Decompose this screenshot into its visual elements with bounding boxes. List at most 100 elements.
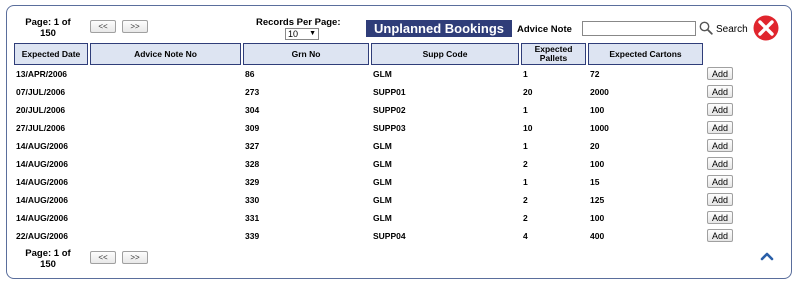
cell-grn: 327 bbox=[245, 141, 260, 151]
table-row: 14/AUG/2006 330 GLM 2 125 Add bbox=[14, 191, 747, 209]
table-header-row: Expected Date Advice Note No Grn No Supp… bbox=[14, 43, 747, 65]
prev-page-button[interactable]: << bbox=[90, 20, 116, 33]
cell-supp-code: SUPP04 bbox=[373, 231, 406, 241]
next-page-button[interactable]: >> bbox=[122, 251, 148, 264]
column-header-advice-note-no[interactable]: Advice Note No bbox=[90, 43, 241, 65]
cell-supp-code: GLM bbox=[373, 159, 392, 169]
cell-action: Add bbox=[705, 227, 747, 245]
cell-pallets: 1 bbox=[523, 69, 528, 79]
records-per-page-label: Records Per Page: bbox=[256, 17, 341, 28]
page-indicator: Page: 1 of bbox=[25, 248, 71, 259]
chevron-up-icon[interactable] bbox=[760, 251, 774, 261]
table-row: 14/AUG/2006 329 GLM 1 15 Add bbox=[14, 173, 747, 191]
header-spacer bbox=[705, 43, 747, 65]
add-button[interactable]: Add bbox=[707, 193, 733, 206]
cell-advice-note bbox=[90, 209, 241, 227]
next-page-button[interactable]: >> bbox=[122, 20, 148, 33]
cell-cartons: 1000 bbox=[590, 123, 609, 133]
add-button[interactable]: Add bbox=[707, 139, 733, 152]
cell-action: Add bbox=[705, 191, 747, 209]
cell-action: Add bbox=[705, 209, 747, 227]
cell-cartons: 125 bbox=[590, 195, 605, 205]
cell-cartons: 72 bbox=[590, 69, 600, 79]
cell-action: Add bbox=[705, 173, 747, 191]
bookings-table: Expected Date Advice Note No Grn No Supp… bbox=[12, 43, 749, 245]
cell-cartons: 20 bbox=[590, 141, 600, 151]
table-row: 20/JUL/2006 304 SUPP02 1 100 Add bbox=[14, 101, 747, 119]
page-total: 150 bbox=[40, 259, 56, 270]
add-button[interactable]: Add bbox=[707, 229, 733, 242]
cell-grn: 86 bbox=[245, 69, 255, 79]
cell-grn: 309 bbox=[245, 123, 260, 133]
search-button[interactable]: Search bbox=[716, 24, 748, 35]
add-button[interactable]: Add bbox=[707, 157, 733, 170]
cell-pallets: 1 bbox=[523, 105, 528, 115]
column-header-grn-no[interactable]: Grn No bbox=[243, 43, 369, 65]
cell-action: Add bbox=[705, 137, 747, 155]
column-header-expected-date[interactable]: Expected Date bbox=[14, 43, 88, 65]
pager-bottom-text: Page: 1 of 150 bbox=[20, 248, 76, 270]
cell-advice-note bbox=[90, 119, 241, 137]
cell-action: Add bbox=[705, 83, 747, 101]
cell-pallets: 2 bbox=[523, 159, 528, 169]
cell-supp-code: SUPP02 bbox=[373, 105, 406, 115]
dropdown-arrow-icon: ▼ bbox=[309, 30, 316, 37]
page-indicator: Page: 1 of bbox=[25, 17, 71, 28]
cell-date: 14/AUG/2006 bbox=[16, 159, 68, 169]
cell-cartons: 100 bbox=[590, 105, 605, 115]
cell-supp-code: GLM bbox=[373, 195, 392, 205]
cell-pallets: 2 bbox=[523, 213, 528, 223]
cell-grn: 328 bbox=[245, 159, 260, 169]
cell-date: 13/APR/2006 bbox=[16, 69, 68, 79]
cell-supp-code: GLM bbox=[373, 69, 392, 79]
cell-grn: 331 bbox=[245, 213, 260, 223]
records-per-page-value: 10 bbox=[288, 29, 299, 39]
cell-grn: 339 bbox=[245, 231, 260, 241]
cell-pallets: 20 bbox=[523, 87, 533, 97]
cell-action: Add bbox=[705, 119, 747, 137]
table-row: 27/JUL/2006 309 SUPP03 10 1000 Add bbox=[14, 119, 747, 137]
table-row: 13/APR/2006 86 GLM 1 72 Add bbox=[14, 65, 747, 83]
cell-date: 22/AUG/2006 bbox=[16, 231, 68, 241]
cell-cartons: 15 bbox=[590, 177, 600, 187]
cell-advice-note bbox=[90, 227, 241, 245]
page-total: 150 bbox=[40, 28, 56, 39]
add-button[interactable]: Add bbox=[707, 67, 733, 80]
add-button[interactable]: Add bbox=[707, 103, 733, 116]
cell-grn: 330 bbox=[245, 195, 260, 205]
page-title: Unplanned Bookings bbox=[366, 20, 512, 37]
cell-cartons: 2000 bbox=[590, 87, 609, 97]
cell-pallets: 1 bbox=[523, 141, 528, 151]
cell-date: 27/JUL/2006 bbox=[16, 123, 66, 133]
add-button[interactable]: Add bbox=[707, 121, 733, 134]
cell-cartons: 100 bbox=[590, 213, 605, 223]
cell-action: Add bbox=[705, 155, 747, 173]
cell-advice-note bbox=[90, 191, 241, 209]
column-header-supp-code[interactable]: Supp Code bbox=[371, 43, 519, 65]
table-row: 07/JUL/2006 273 SUPP01 20 2000 Add bbox=[14, 83, 747, 101]
column-header-expected-pallets[interactable]: Expected Pallets bbox=[521, 43, 586, 65]
cell-advice-note bbox=[90, 101, 241, 119]
cell-date: 14/AUG/2006 bbox=[16, 177, 68, 187]
advice-note-input[interactable] bbox=[582, 21, 696, 36]
advice-note-label: Advice Note bbox=[517, 24, 572, 35]
add-button[interactable]: Add bbox=[707, 211, 733, 224]
prev-page-button[interactable]: << bbox=[90, 251, 116, 264]
add-button[interactable]: Add bbox=[707, 175, 733, 188]
cell-date: 20/JUL/2006 bbox=[16, 105, 66, 115]
column-header-expected-cartons[interactable]: Expected Cartons bbox=[588, 43, 703, 65]
cell-supp-code: GLM bbox=[373, 213, 392, 223]
close-icon[interactable] bbox=[753, 15, 779, 41]
table-row: 14/AUG/2006 331 GLM 2 100 Add bbox=[14, 209, 747, 227]
search-icon[interactable] bbox=[699, 21, 713, 35]
records-per-page-select[interactable]: 10 ▼ bbox=[285, 28, 319, 40]
add-button[interactable]: Add bbox=[707, 85, 733, 98]
cell-date: 07/JUL/2006 bbox=[16, 87, 66, 97]
cell-advice-note bbox=[90, 83, 241, 101]
cell-action: Add bbox=[705, 101, 747, 119]
cell-grn: 304 bbox=[245, 105, 260, 115]
cell-advice-note bbox=[90, 137, 241, 155]
table-row: 14/AUG/2006 327 GLM 1 20 Add bbox=[14, 137, 747, 155]
cell-supp-code: GLM bbox=[373, 177, 392, 187]
cell-grn: 329 bbox=[245, 177, 260, 187]
